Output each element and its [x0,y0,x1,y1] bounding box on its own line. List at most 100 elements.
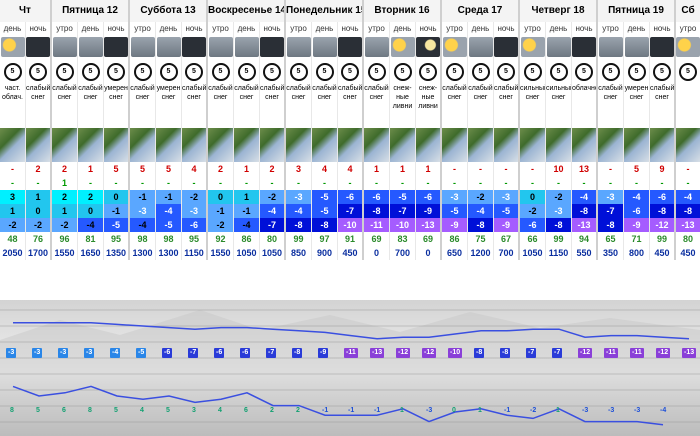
feels-like-value: -9 [494,218,520,232]
temp-min-value: -8 [676,204,700,218]
wind-cell: 5 [104,58,130,82]
day-header[interactable]: Суббота 13 [130,0,208,22]
weather-description: слабый снег [182,82,208,128]
day-header[interactable]: Воскресенье 14 [208,0,286,22]
snow-value: - [208,176,234,190]
precip-map-thumbnail[interactable] [546,128,572,162]
precip-map-thumbnail[interactable] [0,128,26,162]
pressure-value: 700 [390,246,416,260]
precip-map-thumbnail[interactable] [260,128,286,162]
upper-temp-label: -5 [136,348,147,358]
wind-cell: 5 [364,58,390,82]
weather-icon-cell [312,36,338,58]
precip-map-thumbnail[interactable] [598,128,624,162]
temp-max-value: -6 [416,190,442,204]
day-header[interactable]: Сб [676,0,700,22]
lower-temp-label: 5 [36,407,40,414]
weather-icon-cell [104,36,130,58]
night-weather-icon [260,37,284,57]
snow-value: - [338,176,364,190]
temp-max-value: -4 [676,190,700,204]
precip-map-thumbnail[interactable] [572,128,598,162]
temp-max-value: -3 [442,190,468,204]
precip-map-thumbnail[interactable] [390,128,416,162]
precip-map-thumbnail[interactable] [520,128,546,162]
day-header[interactable]: Понедельник 15 [286,0,364,22]
precip-map-thumbnail[interactable] [104,128,130,162]
precip-value: 2 [26,162,52,176]
precip-map-thumbnail[interactable] [208,128,234,162]
precip-map-thumbnail[interactable] [624,128,650,162]
day-header[interactable]: Среда 17 [442,0,520,22]
lower-temp-label: -4 [660,407,667,414]
time-of-day-label: утро [52,22,78,36]
pressure-value: 1150 [182,246,208,260]
wind-cell: 5 [234,58,260,82]
temp-min-value: -4 [260,204,286,218]
precip-map-thumbnail[interactable] [312,128,338,162]
precip-value: 5 [156,162,182,176]
feels-like-value: -12 [650,218,676,232]
day-header[interactable]: Пятница 12 [52,0,130,22]
precip-map-thumbnail[interactable] [442,128,468,162]
temp-max-value: 0 [520,190,546,204]
precip-map-thumbnail[interactable] [234,128,260,162]
temp-min-value: -3 [546,204,572,218]
precip-value: 1 [364,162,390,176]
precip-map-thumbnail[interactable] [676,128,700,162]
weather-description: слабый снег [494,82,520,128]
precip-map-thumbnail[interactable] [650,128,676,162]
night-weather-icon [650,37,674,57]
upper-temp-label: -3 [32,348,43,358]
snow-value: - [234,176,260,190]
humidity-value: 69 [364,232,390,246]
cloud-weather-icon [52,37,77,57]
lower-temp-label: -1 [504,407,511,414]
precip-map-thumbnail[interactable] [364,128,390,162]
upper-temp-label: -4 [110,348,121,358]
wind-cell: 5 [494,58,520,82]
weather-description: слабый снег [130,82,156,128]
temp-max-value: 1 [234,190,260,204]
wind-speed-icon: 5 [159,63,178,81]
upper-temp-label: -13 [370,348,385,358]
wind-row: 555555555555555555555555555 [0,58,700,82]
day-header[interactable]: Пятница 19 [598,0,676,22]
lower-temp-label: -3 [608,407,615,414]
precip-map-thumbnail[interactable] [78,128,104,162]
weather-icon-cell [286,36,312,58]
precip-map-thumbnail[interactable] [338,128,364,162]
upper-temp-label: -7 [552,348,563,358]
wind-cell: 5 [130,58,156,82]
precip-map-thumbnail[interactable] [156,128,182,162]
snow-value: - [494,176,520,190]
snow-value: - [364,176,390,190]
snow-value: - [546,176,572,190]
pressure-value: 1050 [260,246,286,260]
upper-temp-label: -10 [448,348,463,358]
precip-map-thumbnail[interactable] [416,128,442,162]
pressure-value: 1300 [130,246,156,260]
wind-speed-icon: 5 [315,63,334,81]
precip-map-thumbnail[interactable] [52,128,78,162]
upper-temp-label: -12 [578,348,593,358]
day-header[interactable]: Вторник 16 [364,0,442,22]
precip-map-thumbnail[interactable] [26,128,52,162]
wind-speed-icon: 5 [601,63,620,81]
snow-value: - [78,176,104,190]
day-header[interactable]: Четверг 18 [520,0,598,22]
precip-map-thumbnail[interactable] [130,128,156,162]
precip-map-thumbnail[interactable] [468,128,494,162]
precip-map-thumbnail[interactable] [182,128,208,162]
time-of-day-label: день [624,22,650,36]
precip-map-thumbnail[interactable] [286,128,312,162]
precip-map-thumbnail[interactable] [494,128,520,162]
weather-icon-cell [572,36,598,58]
wind-speed-icon: 5 [471,63,490,81]
weather-description: слабый снег [312,82,338,128]
temp-max-value: -5 [390,190,416,204]
day-header[interactable]: Чт [0,0,52,22]
weather-description: слабый снег [650,82,676,128]
weather-icon-cell [260,36,286,58]
humidity-value: 76 [26,232,52,246]
